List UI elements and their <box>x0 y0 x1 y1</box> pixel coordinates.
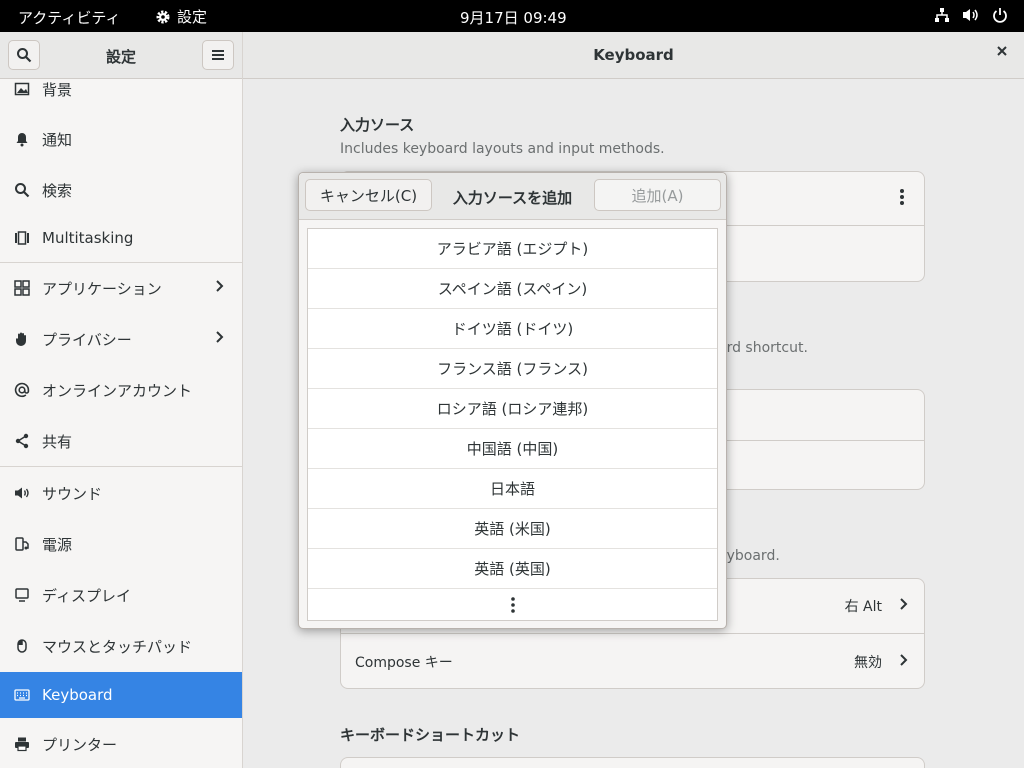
page-title: Keyboard <box>593 46 674 64</box>
sidebar-item-search[interactable]: 検索 <box>0 167 242 213</box>
compose-key-label: Compose キー <box>355 654 453 671</box>
sidebar-item-label: マウスとタッチパッド <box>42 637 193 656</box>
list-item[interactable]: アラビア語 (エジプト) <box>308 229 717 269</box>
sidebar-item-label: Multitasking <box>42 229 134 247</box>
list-item[interactable]: フランス語 (フランス) <box>308 349 717 389</box>
sidebar-item-label: オンラインアカウント <box>42 381 193 400</box>
sidebar-item-power[interactable]: 電源 <box>0 521 242 567</box>
chevron-right-icon <box>898 653 908 671</box>
sidebar-item-label: Keyboard <box>42 686 113 704</box>
list-item[interactable]: 日本語 <box>308 469 717 509</box>
sidebar-item-keyboard[interactable]: Keyboard <box>0 672 242 718</box>
share-icon <box>14 433 30 449</box>
volume-icon <box>963 9 978 21</box>
hand-icon <box>14 331 30 347</box>
sidebar-item-applications[interactable]: アプリケーション <box>0 265 242 311</box>
special-chars-desc: eyboard. <box>718 548 780 564</box>
at-icon <box>14 382 30 398</box>
sidebar-item-label: 検索 <box>42 181 73 200</box>
dialog-header: キャンセル(C) 入力ソースを追加 追加(A) <box>299 173 726 220</box>
list-item[interactable]: ドイツ語 (ドイツ) <box>308 309 717 349</box>
sidebar-item-label: 通知 <box>42 130 73 149</box>
sidebar-item-label: プリンター <box>42 735 118 754</box>
keyboard-icon <box>14 687 30 703</box>
compose-key-row[interactable]: Compose キー 無効 <box>341 634 924 689</box>
main-header: Keyboard <box>243 32 1024 79</box>
sidebar-item-mouse-touchpad[interactable]: マウスとタッチパッド <box>0 623 242 669</box>
power-icon <box>993 8 1007 23</box>
sidebar-item-label: ディスプレイ <box>42 586 131 605</box>
app-menu[interactable]: 設定 <box>155 6 207 27</box>
close-button[interactable] <box>996 45 1008 61</box>
sidebar-item-notifications[interactable]: 通知 <box>0 116 242 162</box>
sidebar-item-privacy[interactable]: プライバシー <box>0 316 242 362</box>
clock[interactable]: 9月17日 09:49 <box>460 7 567 28</box>
list-item[interactable]: 英語 (英国) <box>308 549 717 589</box>
input-sources-desc: Includes keyboard layouts and input meth… <box>340 141 665 157</box>
gear-icon <box>156 10 170 23</box>
sidebar-item-background[interactable]: 背景 <box>0 66 242 112</box>
list-item[interactable]: 英語 (米国) <box>308 509 717 549</box>
sidebar-item-online-accounts[interactable]: オンラインアカウント <box>0 367 242 413</box>
sidebar-item-sound[interactable]: サウンド <box>0 470 242 516</box>
chevron-right-icon <box>898 597 908 615</box>
compose-key-value: 無効 <box>854 654 882 671</box>
close-icon <box>997 46 1007 56</box>
sidebar-item-multitasking[interactable]: Multitasking <box>0 215 242 261</box>
sidebar-item-label: プライバシー <box>42 330 132 349</box>
sidebar-item-display[interactable]: ディスプレイ <box>0 572 242 618</box>
background-icon <box>14 81 30 97</box>
list-item[interactable]: スペイン語 (スペイン) <box>308 269 717 309</box>
sidebar-item-sharing[interactable]: 共有 <box>0 418 242 464</box>
hamburger-icon <box>212 50 224 60</box>
printer-icon <box>14 736 30 752</box>
sidebar-separator <box>0 262 242 263</box>
cancel-button[interactable]: キャンセル(C) <box>305 179 432 211</box>
sidebar-item-label: サウンド <box>42 484 103 503</box>
chevron-right-icon <box>214 279 224 297</box>
sidebar-item-label: 共有 <box>42 432 73 451</box>
network-icon <box>935 8 949 22</box>
sidebar-item-printers[interactable]: プリンター <box>0 721 242 767</box>
display-icon <box>14 587 30 603</box>
add-input-source-dialog: キャンセル(C) 入力ソースを追加 追加(A) アラビア語 (エジプト) スペイ… <box>298 172 727 629</box>
search-icon <box>14 182 30 198</box>
sidebar: 設定 背景 通知 検索 Multitasking アプリケーション プライバシー… <box>0 32 243 768</box>
multitasking-icon <box>14 230 30 246</box>
list-item[interactable]: ロシア語 (ロシア連邦) <box>308 389 717 429</box>
sidebar-separator <box>0 466 242 467</box>
speaker-icon <box>14 485 30 501</box>
chevron-right-icon <box>214 330 224 348</box>
switching-desc: ard shortcut. <box>718 340 808 356</box>
power-plug-icon <box>14 536 30 552</box>
input-sources-title: 入力ソース <box>340 116 415 134</box>
language-list: アラビア語 (エジプト) スペイン語 (スペイン) ドイツ語 (ドイツ) フラン… <box>307 228 718 621</box>
top-bar: アクティビティ 設定 9月17日 09:49 <box>0 0 1024 32</box>
sidebar-item-label: 電源 <box>42 535 73 554</box>
bell-icon <box>14 131 30 147</box>
mouse-icon <box>14 638 30 654</box>
shortcuts-card[interactable] <box>340 757 925 768</box>
list-item[interactable]: 中国語 (中国) <box>308 429 717 469</box>
sidebar-item-label: 背景 <box>42 80 73 99</box>
show-more-row[interactable] <box>308 589 717 621</box>
sidebar-item-label: アプリケーション <box>42 279 162 298</box>
alternate-chars-value: 右 Alt <box>844 599 882 615</box>
more-vertical-icon <box>510 597 515 613</box>
apps-grid-icon <box>14 280 30 296</box>
system-tray[interactable] <box>934 7 1008 23</box>
activities-button[interactable]: アクティビティ <box>18 7 120 28</box>
dialog-title: 入力ソースを追加 <box>452 189 573 207</box>
shortcuts-title: キーボードショートカット <box>340 726 521 744</box>
app-menu-label: 設定 <box>177 8 208 26</box>
more-vertical-icon[interactable] <box>900 188 904 210</box>
add-button[interactable]: 追加(A) <box>594 179 721 211</box>
